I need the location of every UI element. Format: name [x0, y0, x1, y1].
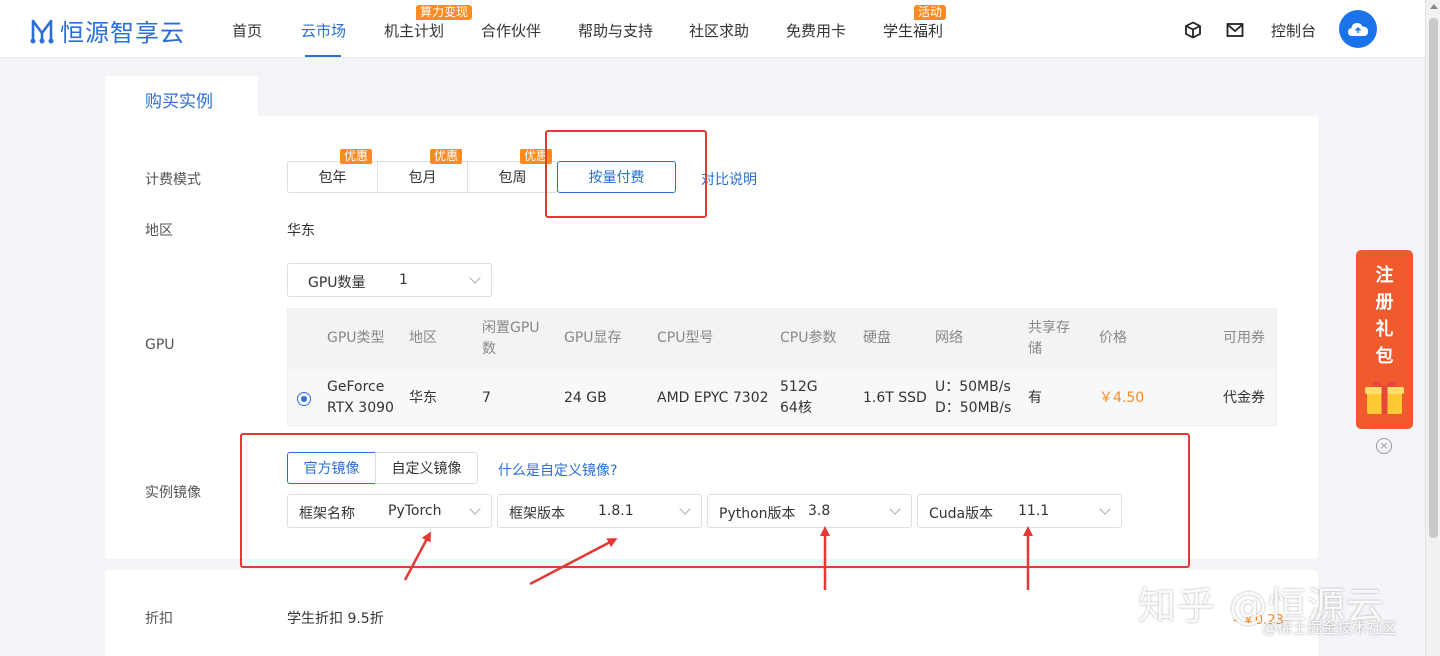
th-coupon: 可用券: [1223, 330, 1265, 346]
td-network-down: D：50MB/s: [935, 400, 1012, 416]
th-price: 价格: [1099, 330, 1127, 346]
gift-box-icon: [1365, 381, 1404, 414]
td-gpu-type: GeForce RTX 3090: [327, 379, 394, 416]
nav-badge-student: 活动: [914, 5, 947, 20]
region-label: 地区: [145, 223, 173, 239]
chevron-down-icon: [469, 272, 481, 284]
td-idle-gpu: 7: [482, 390, 491, 406]
promo-badge-yearly: 优惠: [340, 149, 373, 164]
td-cpu-params-mem: 512G: [780, 379, 818, 395]
gift-char: 礼: [1375, 319, 1394, 340]
billing-monthly[interactable]: 包月: [377, 161, 468, 193]
nav-badge-host-plan: 算力变现: [416, 5, 473, 20]
tab-buy-instance[interactable]: 购买实例: [105, 76, 258, 118]
th-idle-gpu: 闲置GPU数: [482, 320, 540, 357]
td-price: ￥4.50: [1099, 390, 1145, 406]
gift-char: 注: [1375, 265, 1394, 286]
td-cpu-model: AMD EPYC 7302: [657, 390, 769, 406]
logo[interactable]: 恒源智享云: [30, 13, 185, 48]
region-value: 华东: [287, 223, 315, 239]
scroll-thumb[interactable]: [1429, 18, 1438, 538]
tab-buy-instance-label: 购买实例: [145, 92, 213, 112]
avatar[interactable]: [1339, 10, 1377, 48]
th-cpu-params: CPU参数: [780, 330, 837, 346]
th-network: 网络: [935, 330, 963, 346]
nav-free-card[interactable]: 免费用卡: [786, 20, 846, 41]
gpu-table: GPU类型 地区 闲置GPU数 GPU显存 CPU型号 CPU参数 硬盘 网络 …: [287, 308, 1277, 426]
th-region: 地区: [409, 330, 437, 346]
td-cpu-params-cores: 64核: [780, 400, 812, 416]
th-shared-storage: 共享存储: [1028, 320, 1070, 357]
scroll-up-arrow[interactable]: [1430, 4, 1438, 9]
td-shared-storage: 有: [1028, 390, 1042, 406]
watermark-juejin: @稀土掘金技术社区: [1262, 619, 1398, 637]
gpu-label: GPU: [145, 337, 175, 353]
discount-value: 学生折扣 9.5折: [287, 611, 384, 627]
discount-label: 折扣: [145, 611, 173, 627]
nav-market[interactable]: 云市场: [301, 20, 346, 41]
nav-student[interactable]: 学生福利: [883, 20, 943, 41]
td-network-up: U：50MB/s: [935, 379, 1011, 395]
billing-monthly-label: 包月: [408, 170, 437, 186]
billing-yearly[interactable]: 包年: [287, 161, 378, 193]
billing-yearly-label: 包年: [318, 170, 347, 186]
close-icon[interactable]: ×: [1376, 438, 1392, 454]
nav-host-plan[interactable]: 机主计划: [384, 20, 444, 41]
compare-link[interactable]: 对比说明: [701, 169, 757, 189]
annotation-box-billing: [545, 130, 707, 218]
th-disk: 硬盘: [863, 330, 891, 346]
nav-help[interactable]: 帮助与支持: [578, 20, 653, 41]
logo-text: 恒源智享云: [60, 19, 185, 47]
td-gpu-mem: 24 GB: [564, 390, 607, 406]
gpu-count-label: GPU数量: [308, 275, 366, 291]
gpu-count-value: 1: [399, 272, 408, 288]
console-link[interactable]: 控制台: [1271, 20, 1316, 41]
th-cpu-model: CPU型号: [657, 330, 714, 346]
nav-community[interactable]: 社区求助: [689, 20, 749, 41]
gift-char: 包: [1375, 346, 1394, 367]
nav-partners[interactable]: 合作伙伴: [481, 20, 541, 41]
td-coupon: 代金券: [1223, 390, 1265, 406]
td-disk: 1.6T SSD: [863, 390, 927, 406]
cube-icon[interactable]: [1184, 21, 1202, 39]
billing-weekly-label: 包周: [498, 170, 527, 186]
annotation-box-image: [240, 433, 1190, 568]
nav-home[interactable]: 首页: [232, 20, 262, 41]
gpu-count-select[interactable]: GPU数量 1: [287, 263, 492, 297]
register-gift-widget[interactable]: 注 册 礼 包: [1356, 250, 1413, 429]
gift-text: 注 册 礼 包: [1356, 262, 1413, 370]
td-region: 华东: [409, 390, 437, 406]
image-label: 实例镜像: [145, 485, 201, 501]
gpu-row-radio[interactable]: [297, 392, 311, 406]
cloud-icon: [1348, 23, 1368, 36]
promo-badge-monthly: 优惠: [430, 149, 463, 164]
th-gpu-mem: GPU显存: [564, 330, 622, 346]
top-nav: 恒源智享云 首页 云市场 机主计划 算力变现 合作伙伴 帮助与支持 社区求助 免…: [0, 0, 1425, 58]
th-gpu-type: GPU类型: [327, 330, 385, 346]
billing-label: 计费模式: [145, 172, 201, 188]
logo-icon: [30, 19, 54, 43]
scrollbar[interactable]: [1425, 0, 1440, 656]
nav-active-indicator: [305, 55, 341, 57]
mail-icon[interactable]: [1226, 21, 1244, 39]
gift-char: 册: [1375, 292, 1394, 313]
